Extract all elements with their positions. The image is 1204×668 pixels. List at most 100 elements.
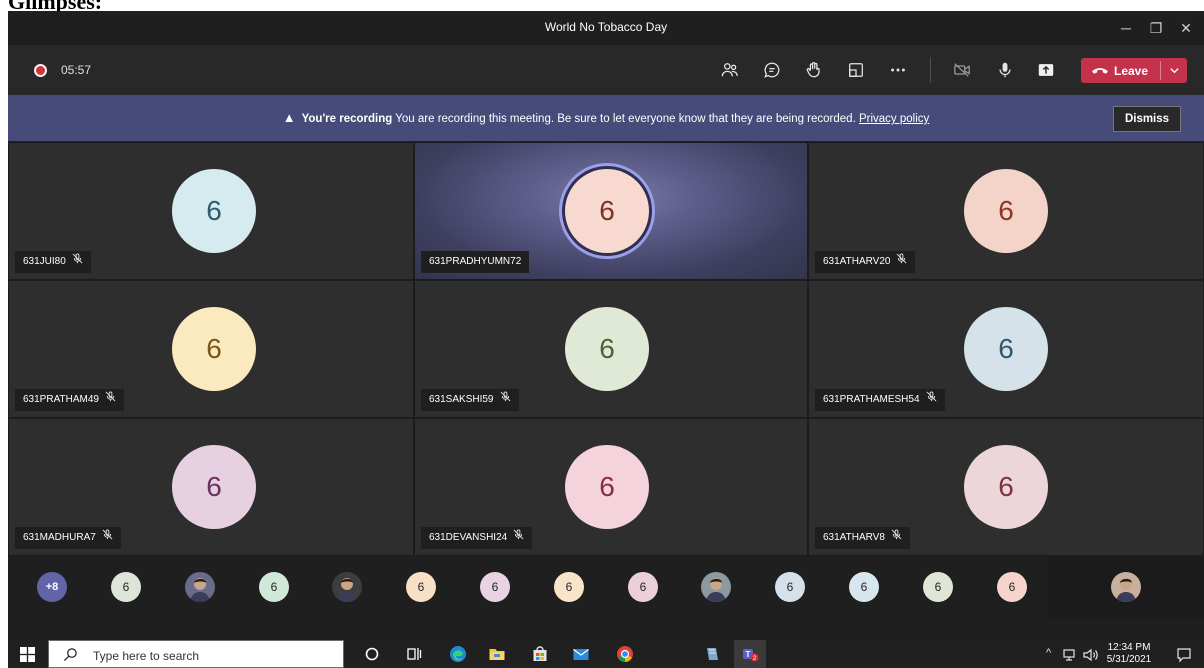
participant-avatar: 6 xyxy=(172,307,256,391)
teams-icon[interactable]: T2 xyxy=(738,643,762,665)
participant-mini-avatar[interactable]: 6 xyxy=(480,572,510,602)
recording-strong-text: You're recording xyxy=(301,113,393,125)
participant-name-tag: 631SAKSHI59 xyxy=(421,389,519,411)
people-icon[interactable] xyxy=(717,58,743,82)
mic-muted-icon xyxy=(926,389,937,411)
title-bar: World No Tobacco Day ─ ❐ ✕ xyxy=(8,11,1204,45)
participant-name-tag: 631PRADHYUMN72 xyxy=(421,251,530,273)
participant-name: 631PRADHYUMN72 xyxy=(429,256,522,267)
file-explorer-icon[interactable] xyxy=(485,643,509,665)
mic-muted-icon xyxy=(896,251,907,273)
chevron-down-icon[interactable] xyxy=(1165,62,1183,78)
mic-muted-icon xyxy=(500,389,511,411)
participant-name: 631SAKSHI59 xyxy=(429,394,494,405)
pinned-participant-photo[interactable] xyxy=(1111,572,1141,602)
dismiss-button[interactable]: Dismiss xyxy=(1113,106,1181,132)
microphone-icon[interactable] xyxy=(992,58,1018,82)
participant-tile[interactable]: 6 631PRADHYUMN72 xyxy=(414,142,808,280)
recording-message: ▲ You're recording You are recording this… xyxy=(8,110,1204,125)
close-button[interactable]: ✕ xyxy=(1174,17,1198,39)
more-participants-badge[interactable]: +8 xyxy=(37,572,67,602)
more-options-icon[interactable] xyxy=(885,58,911,82)
edge-browser-icon[interactable] xyxy=(446,643,470,665)
mic-muted-icon xyxy=(102,527,113,549)
recording-banner: ▲ You're recording You are recording this… xyxy=(8,95,1204,141)
participant-strip: +8 6 6 6 6 6 6 6 6 6 6 xyxy=(8,557,1204,617)
participant-avatar: 6 xyxy=(565,169,649,253)
participant-grid: 6 631JUI80 6 631PRADHYUMN72 6 631ATHARV20 6 631… xyxy=(8,142,1204,556)
participant-avatar: 6 xyxy=(964,445,1048,529)
windows-start-icon[interactable] xyxy=(20,647,35,662)
participant-avatar: 6 xyxy=(172,445,256,529)
participant-tile[interactable]: 6 631ATHARV8 xyxy=(808,418,1204,556)
participant-name: 631MADHURA7 xyxy=(23,532,96,543)
participant-avatar: 6 xyxy=(964,307,1048,391)
participant-tile[interactable]: 6 631SAKSHI59 xyxy=(414,280,808,418)
search-icon xyxy=(63,648,77,662)
participant-mini-avatar[interactable]: 6 xyxy=(259,572,289,602)
participant-avatar: 6 xyxy=(172,169,256,253)
volume-icon[interactable] xyxy=(1078,644,1102,666)
participant-tile[interactable]: 6 631PRATHAM49 xyxy=(8,280,414,418)
participant-tile[interactable]: 6 631DEVANSHI24 xyxy=(414,418,808,556)
participant-photo[interactable] xyxy=(185,572,215,602)
recording-detail-text: You are recording this meeting. Be sure … xyxy=(395,113,856,125)
clock-time: 12:34 PM xyxy=(1107,642,1151,653)
minimize-button[interactable]: ─ xyxy=(1114,17,1138,39)
microsoft-store-icon[interactable] xyxy=(528,643,552,665)
camera-off-icon[interactable] xyxy=(949,58,975,82)
participant-name: 631ATHARV20 xyxy=(823,256,891,267)
notifications-icon[interactable] xyxy=(1172,644,1196,666)
privacy-policy-link[interactable]: Privacy policy xyxy=(859,113,929,125)
participant-mini-avatar[interactable]: 6 xyxy=(997,572,1027,602)
participant-mini-avatar[interactable]: 6 xyxy=(923,572,953,602)
participant-photo[interactable] xyxy=(332,572,362,602)
windows-taskbar: Type here to search T2 ^ 12:34 PM 5/31/2… xyxy=(8,640,1204,668)
participant-name: 631ATHARV8 xyxy=(823,532,885,543)
participant-avatar: 6 xyxy=(565,445,649,529)
taskbar-clock[interactable]: 12:34 PM 5/31/2021 xyxy=(1102,642,1156,666)
breakout-rooms-icon[interactable] xyxy=(843,58,869,82)
cortana-icon[interactable] xyxy=(360,643,384,665)
participant-avatar: 6 xyxy=(964,169,1048,253)
participant-name-tag: 631ATHARV8 xyxy=(815,527,910,549)
participant-name-tag: 631PRATHAM49 xyxy=(15,389,124,411)
participant-avatar: 6 xyxy=(565,307,649,391)
task-view-icon[interactable] xyxy=(402,643,426,665)
participant-photo[interactable] xyxy=(701,572,731,602)
clock-date: 5/31/2021 xyxy=(1106,654,1152,665)
chat-icon[interactable] xyxy=(759,58,785,82)
raise-hand-icon[interactable] xyxy=(801,58,827,82)
participant-mini-avatar[interactable]: 6 xyxy=(111,572,141,602)
maximize-button[interactable]: ❐ xyxy=(1144,17,1168,39)
mic-muted-icon xyxy=(72,251,83,273)
participant-mini-avatar[interactable]: 6 xyxy=(849,572,879,602)
participant-mini-avatar[interactable]: 6 xyxy=(628,572,658,602)
participant-mini-avatar[interactable]: 6 xyxy=(554,572,584,602)
participant-name: 631JUI80 xyxy=(23,256,66,267)
search-placeholder: Type here to search xyxy=(93,649,200,663)
window-title: World No Tobacco Day xyxy=(544,20,668,34)
mic-muted-icon xyxy=(891,527,902,549)
participant-tile[interactable]: 6 631JUI80 xyxy=(8,142,414,280)
participant-tile[interactable]: 6 631MADHURA7 xyxy=(8,418,414,556)
mic-muted-icon xyxy=(513,527,524,549)
participant-tile[interactable]: 6 631ATHARV20 xyxy=(808,142,1204,280)
participant-name-tag: 631MADHURA7 xyxy=(15,527,121,549)
participant-mini-avatar[interactable]: 6 xyxy=(775,572,805,602)
mic-muted-icon xyxy=(105,389,116,411)
participant-name-tag: 631PRATHAMESH54 xyxy=(815,389,945,411)
taskbar-search-box[interactable]: Type here to search xyxy=(48,640,344,668)
participant-tile[interactable]: 6 631PRATHAMESH54 xyxy=(808,280,1204,418)
leave-button[interactable]: Leave xyxy=(1081,58,1187,83)
mail-icon[interactable] xyxy=(569,643,593,665)
share-screen-icon[interactable] xyxy=(1033,58,1059,82)
chrome-icon[interactable] xyxy=(613,643,637,665)
leave-label: Leave xyxy=(1114,64,1149,78)
participant-name: 631PRATHAM49 xyxy=(23,394,99,405)
hang-up-icon xyxy=(1092,68,1108,74)
tray-chevron-icon[interactable]: ^ xyxy=(1046,647,1051,659)
notes-app-icon[interactable] xyxy=(700,643,724,665)
participant-mini-avatar[interactable]: 6 xyxy=(406,572,436,602)
control-divider xyxy=(930,57,931,83)
